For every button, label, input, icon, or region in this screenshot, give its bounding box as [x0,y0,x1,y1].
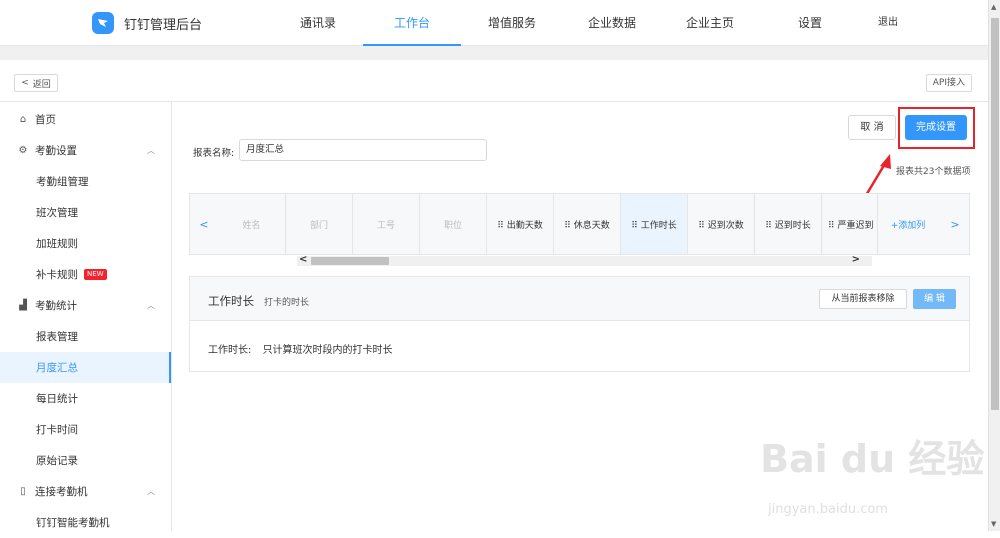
dingtalk-logo-icon [92,12,114,34]
sidebar-item-shifts[interactable]: 班次管理 [0,197,171,228]
sidebar-item-monthly-summary[interactable]: 月度汇总 [0,352,171,383]
table-column[interactable]: ⠿ 出勤天数 [487,194,554,254]
device-icon: ▯ [20,486,26,497]
scroll-down-icon[interactable]: ▼ [991,520,996,528]
nav-settings[interactable]: 设置 [788,0,832,46]
column-detail-card: 工作时长 打卡的时长 从当前报表移除 编 辑 工作时长: 只计算班次时段内的打卡… [189,276,970,372]
table-column: 部门 [286,194,353,254]
sidebar-item-attendance-settings[interactable]: ⚙ 考勤设置 ︿ [0,135,171,166]
table-column-selected[interactable]: ⠿ 工作时长 [621,194,688,254]
add-column-button[interactable]: +添加列 [878,194,938,254]
highlight-box [898,107,975,149]
nav-enterprise-data[interactable]: 企业数据 [582,0,642,46]
home-icon: ⌂ [19,114,27,125]
table-column: 职位 [420,194,487,254]
detail-value: 只计算班次时段内的打卡时长 [262,345,393,356]
new-badge: NEW [84,269,107,280]
sidebar-item-raw-records[interactable]: 原始记录 [0,445,171,476]
data-item-count: 报表共23个数据项 [896,167,971,177]
detail-key: 工作时长: [208,345,252,356]
watermark-url: jingyan.baidu.com [768,502,888,517]
sidebar: ⌂ 首页 ⚙ 考勤设置 ︿ 考勤组管理 班次管理 加班规则 补卡规则 NEW ▟… [0,102,172,531]
sidebar-item-overtime-rules[interactable]: 加班规则 [0,228,171,259]
chevron-left-icon[interactable]: < [190,194,218,254]
chevron-right-icon[interactable]: > [941,194,969,254]
card-header: 工作时长 打卡的时长 从当前报表移除 编 辑 [190,277,969,321]
cancel-button[interactable]: 取 消 [848,115,896,140]
nav-enterprise-home[interactable]: 企业主页 [680,0,740,46]
horizontal-scrollbar[interactable]: < > [297,254,872,266]
chevron-left-icon: < [21,78,29,88]
sidebar-item-label: 首页 [35,114,56,126]
api-access-button[interactable]: API接入 [925,74,972,92]
table-column: 姓名 [218,194,286,254]
column-table: < 姓名 部门 工号 职位 ⠿ 出勤天数 ⠿ 休息天数 ⠿ 工作时长 ⠿ 迟到次… [189,193,970,255]
remove-from-report-button[interactable]: 从当前报表移除 [819,289,907,309]
sidebar-item-label: 考勤设置 [35,145,77,157]
card-subtitle: 打卡的时长 [264,298,310,308]
app-title: 钉钉管理后台 [124,17,203,33]
chevron-up-icon: ︿ [147,301,155,310]
settings-icon: ⚙ [18,145,28,156]
chart-icon: ▟ [19,300,27,311]
back-button[interactable]: < 返回 [14,74,58,92]
sidebar-item-label: 考勤统计 [35,300,77,312]
header-divider [0,46,988,60]
table-column[interactable]: ⠿ 严重迟到 [822,194,878,254]
sidebar-item-smart-device[interactable]: 钉钉智能考勤机 [0,507,171,538]
report-name-label: 报表名称: [193,148,235,159]
table-column[interactable]: ⠿ 迟到时长 [755,194,822,254]
sidebar-item-daily-stats[interactable]: 每日统计 [0,383,171,414]
app-logo[interactable]: 钉钉管理后台 [92,12,202,34]
nav-value-services[interactable]: 增值服务 [482,0,542,46]
sidebar-item-home[interactable]: ⌂ 首页 [0,104,171,135]
card-title: 工作时长 [208,294,254,308]
edit-button[interactable]: 编 辑 [913,289,956,309]
sidebar-item-connect-device[interactable]: ▯ 连接考勤机 ︿ [0,476,171,507]
nav-logout[interactable]: 退出 [868,0,908,46]
sub-toolbar: < 返回 API接入 [0,60,988,102]
card-body: 工作时长: 只计算班次时段内的打卡时长 [208,341,401,356]
scroll-up-icon[interactable]: ▲ [991,3,996,11]
scrollbar-thumb[interactable] [311,257,389,265]
back-label: 返回 [32,79,51,90]
scroll-right-icon[interactable]: > [852,254,860,265]
sidebar-item-label: 补卡规则 [36,269,78,281]
chevron-up-icon: ︿ [147,146,155,155]
table-column[interactable]: ⠿ 迟到次数 [688,194,755,254]
scrollbar-thumb[interactable] [991,18,999,410]
sidebar-item-attendance-groups[interactable]: 考勤组管理 [0,166,171,197]
table-column[interactable]: ⠿ 休息天数 [554,194,621,254]
sidebar-item-makeup-rules[interactable]: 补卡规则 NEW [0,259,171,290]
chevron-up-icon: ︿ [147,487,155,496]
nav-contacts[interactable]: 通讯录 [292,0,344,46]
sidebar-item-punch-times[interactable]: 打卡时间 [0,414,171,445]
sidebar-item-label: 连接考勤机 [35,486,88,498]
scroll-left-icon[interactable]: < [299,254,307,265]
vertical-scrollbar[interactable]: ▲ ▼ [988,0,1000,531]
table-column: 工号 [353,194,420,254]
top-nav-bar: 钉钉管理后台 通讯录 工作台 增值服务 企业数据 企业主页 设置 退出 [0,0,988,46]
watermark-logo: Bai du 经验 [760,437,985,481]
sidebar-item-attendance-stats[interactable]: ▟ 考勤统计 ︿ [0,290,171,321]
nav-workbench[interactable]: 工作台 [363,0,461,46]
sidebar-item-report-management[interactable]: 报表管理 [0,321,171,352]
report-name-input[interactable]: 月度汇总 [239,139,487,161]
